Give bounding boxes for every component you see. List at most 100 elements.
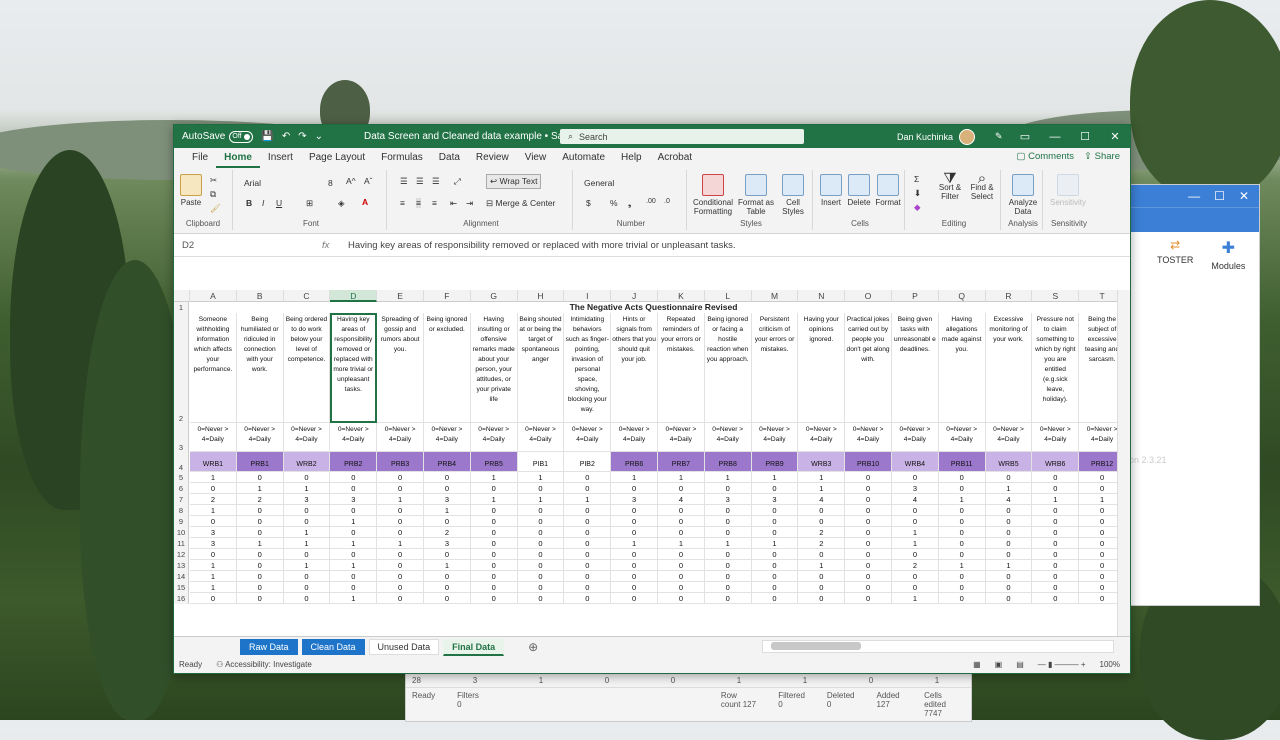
data-cell[interactable]: 0: [985, 593, 1033, 604]
column-header[interactable]: C: [283, 290, 331, 302]
data-cell[interactable]: 1: [470, 494, 518, 505]
data-cell[interactable]: 0: [845, 472, 892, 483]
data-cell[interactable]: 0: [283, 593, 331, 604]
row-header[interactable]: 3: [174, 423, 189, 452]
data-cell[interactable]: 1: [377, 494, 424, 505]
data-cell[interactable]: 0: [938, 516, 986, 527]
scale-cell[interactable]: 0=Never > 4=Daily: [751, 423, 799, 452]
column-header[interactable]: B: [236, 290, 284, 302]
data-cell[interactable]: 2: [892, 560, 939, 571]
data-cell[interactable]: 1: [424, 560, 471, 571]
question-cell[interactable]: Excessive monitoring of your work.: [985, 313, 1033, 423]
data-cell[interactable]: 0: [377, 483, 424, 494]
item-code-cell[interactable]: PRB1: [236, 452, 284, 472]
data-cell[interactable]: 0: [470, 505, 518, 516]
data-cell[interactable]: 0: [658, 483, 705, 494]
data-cell[interactable]: 4: [892, 494, 939, 505]
question-cell[interactable]: Being shouted at or being the target of …: [517, 313, 565, 423]
item-code-cell[interactable]: PRB9: [751, 452, 799, 472]
data-cell[interactable]: 0: [1079, 505, 1117, 516]
autosave-toggle[interactable]: Off: [229, 130, 254, 143]
row-header[interactable]: 9: [174, 516, 189, 527]
data-cell[interactable]: 0: [845, 582, 892, 593]
data-cell[interactable]: 1: [751, 538, 799, 549]
data-cell[interactable]: 0: [424, 593, 471, 604]
data-cell[interactable]: 0: [892, 505, 939, 516]
search-input[interactable]: Search: [579, 132, 608, 142]
data-cell[interactable]: 0: [704, 593, 752, 604]
data-cell[interactable]: 0: [470, 516, 518, 527]
data-cell[interactable]: 0: [236, 582, 284, 593]
column-header[interactable]: L: [704, 290, 752, 302]
data-cell[interactable]: 0: [330, 472, 378, 483]
scale-cell[interactable]: 0=Never > 4=Daily: [190, 423, 237, 452]
data-cell[interactable]: 0: [517, 593, 565, 604]
data-cell[interactable]: 0: [938, 505, 986, 516]
item-code-cell[interactable]: WRB4: [892, 452, 939, 472]
data-cell[interactable]: 3: [424, 538, 471, 549]
data-cell[interactable]: 0: [1079, 527, 1117, 538]
wrap-text-button[interactable]: ↩ Wrap Text: [486, 174, 542, 189]
data-cell[interactable]: 0: [424, 582, 471, 593]
row-header[interactable]: 12: [174, 549, 189, 560]
data-cell[interactable]: 0: [1079, 538, 1117, 549]
column-header[interactable]: S: [1032, 290, 1080, 302]
data-cell[interactable]: 0: [751, 549, 799, 560]
customize-toolbar-icon[interactable]: ⌄: [315, 131, 323, 142]
page-break-view-icon[interactable]: ▤: [1016, 660, 1024, 669]
data-cell[interactable]: 0: [892, 516, 939, 527]
data-cell[interactable]: 0: [1079, 549, 1117, 560]
data-cell[interactable]: 0: [377, 582, 424, 593]
data-cell[interactable]: 0: [236, 505, 284, 516]
data-cell[interactable]: 0: [1032, 582, 1080, 593]
data-cell[interactable]: 0: [236, 560, 284, 571]
data-cell[interactable]: 0: [845, 560, 892, 571]
scale-cell[interactable]: 0=Never > 4=Daily: [611, 423, 658, 452]
data-cell[interactable]: 2: [798, 527, 846, 538]
data-cell[interactable]: 0: [283, 516, 331, 527]
data-cell[interactable]: 1: [283, 483, 331, 494]
decrease-decimal-icon[interactable]: .0: [664, 198, 670, 205]
question-cell[interactable]: Being ordered to do work below your leve…: [283, 313, 331, 423]
data-cell[interactable]: 0: [424, 472, 471, 483]
column-header[interactable]: D: [330, 290, 378, 302]
data-cell[interactable]: 0: [938, 582, 986, 593]
data-cell[interactable]: 0: [845, 571, 892, 582]
data-cell[interactable]: 0: [1079, 593, 1117, 604]
toster-tool[interactable]: ⇄ TOSTER: [1157, 238, 1193, 271]
row-header[interactable]: 6: [174, 483, 189, 494]
data-cell[interactable]: 3: [892, 483, 939, 494]
data-cell[interactable]: 1: [190, 560, 237, 571]
number-format-select[interactable]: General: [584, 178, 676, 188]
data-cell[interactable]: 1: [704, 538, 752, 549]
data-cell[interactable]: 0: [658, 516, 705, 527]
data-cell[interactable]: 0: [938, 549, 986, 560]
data-cell[interactable]: 0: [938, 472, 986, 483]
data-cell[interactable]: 0: [938, 538, 986, 549]
data-cell[interactable]: 0: [564, 538, 612, 549]
item-code-cell[interactable]: WRB1: [190, 452, 237, 472]
horizontal-scrollbar[interactable]: [762, 640, 1114, 653]
worksheet-grid[interactable]: The Negative Acts Questionnaire Revised …: [174, 290, 1117, 636]
question-cell[interactable]: Practical jokes carried out by people yo…: [845, 313, 892, 423]
data-cell[interactable]: 0: [517, 516, 565, 527]
data-cell[interactable]: 0: [658, 505, 705, 516]
tab-page-layout[interactable]: Page Layout: [301, 148, 373, 168]
data-cell[interactable]: 0: [1079, 560, 1117, 571]
data-cell[interactable]: 0: [751, 593, 799, 604]
data-cell[interactable]: 0: [845, 516, 892, 527]
data-cell[interactable]: 0: [798, 571, 846, 582]
data-cell[interactable]: 3: [190, 538, 237, 549]
data-cell[interactable]: 0: [704, 505, 752, 516]
formula-input[interactable]: Having key areas of responsibility remov…: [348, 240, 736, 251]
row-header[interactable]: 1: [174, 302, 189, 313]
data-cell[interactable]: 1: [1079, 494, 1117, 505]
redo-icon[interactable]: ↷: [298, 131, 306, 142]
data-cell[interactable]: 0: [377, 505, 424, 516]
data-cell[interactable]: 4: [985, 494, 1033, 505]
data-cell[interactable]: 1: [330, 538, 378, 549]
data-cell[interactable]: 0: [611, 560, 658, 571]
question-cell[interactable]: Being humiliated or ridiculed in connect…: [236, 313, 284, 423]
data-cell[interactable]: 0: [845, 593, 892, 604]
data-cell[interactable]: 0: [377, 527, 424, 538]
